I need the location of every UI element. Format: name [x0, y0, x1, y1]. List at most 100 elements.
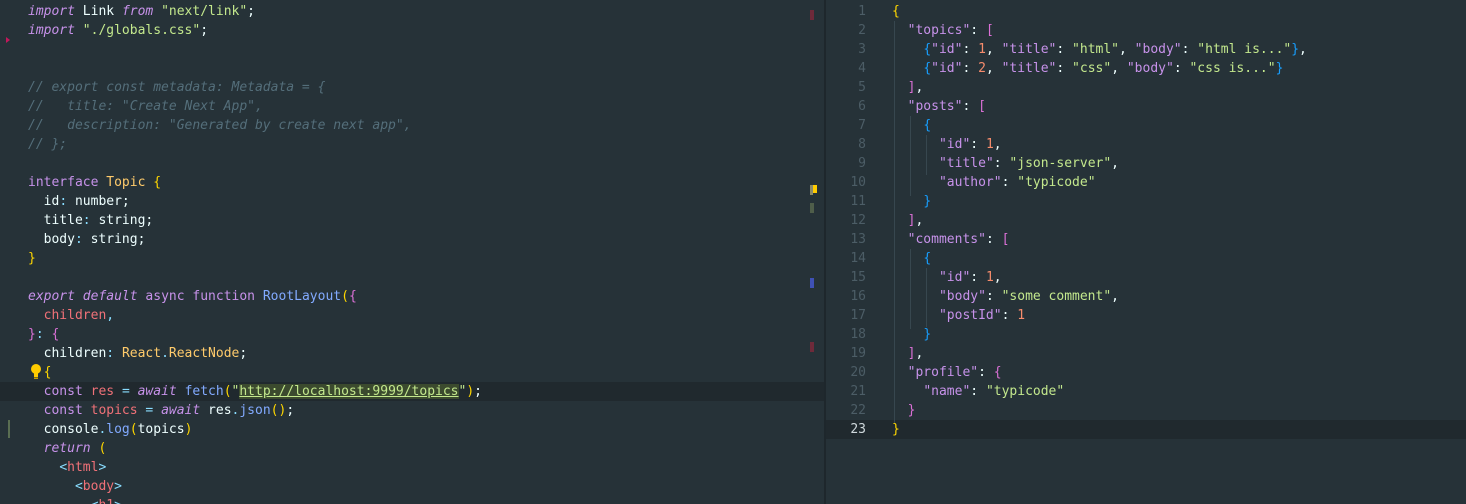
- lightbulb-icon[interactable]: [29, 363, 43, 379]
- code-text[interactable]: import "./globals.css";: [28, 21, 208, 40]
- left-code-line[interactable]: // title: "Create Next App",: [0, 97, 824, 116]
- right-code-line[interactable]: 3 {"id": 1, "title": "html", "body": "ht…: [826, 40, 1466, 59]
- right-code-line[interactable]: 14 {: [826, 249, 1466, 268]
- code-text[interactable]: interface Topic {: [28, 173, 161, 192]
- right-code-line[interactable]: 10 "author": "typicode": [826, 173, 1466, 192]
- left-code-line[interactable]: console.log(topics): [0, 420, 824, 439]
- code-text[interactable]: const topics = await res.json();: [28, 401, 295, 420]
- code-text[interactable]: }: [892, 401, 916, 420]
- right-code-line[interactable]: 8 "id": 1,: [826, 135, 1466, 154]
- code-text[interactable]: {: [892, 249, 931, 268]
- right-code-line[interactable]: 21 "name": "typicode": [826, 382, 1466, 401]
- right-code-line[interactable]: 12 ],: [826, 211, 1466, 230]
- code-text[interactable]: "posts": [: [892, 97, 986, 116]
- code-text[interactable]: <html>: [28, 458, 106, 477]
- left-scrollbar[interactable]: [808, 0, 822, 504]
- left-code-line[interactable]: [0, 40, 824, 59]
- code-text[interactable]: }: [892, 325, 931, 344]
- code-text[interactable]: "topics": [: [892, 21, 994, 40]
- code-text[interactable]: {"id": 1, "title": "html", "body": "html…: [892, 40, 1307, 59]
- code-text[interactable]: // export const metadata: Metadata = {: [28, 78, 325, 97]
- code-text[interactable]: "name": "typicode": [892, 382, 1064, 401]
- code-text[interactable]: // description: "Generated by create nex…: [28, 116, 412, 135]
- left-code-line[interactable]: [0, 268, 824, 287]
- code-text[interactable]: }: [28, 249, 36, 268]
- code-text[interactable]: <h1>: [28, 496, 122, 504]
- right-code-line[interactable]: 13 "comments": [: [826, 230, 1466, 249]
- right-code-line[interactable]: 7 {: [826, 116, 1466, 135]
- code-text[interactable]: "comments": [: [892, 230, 1010, 249]
- code-text[interactable]: ],: [892, 78, 924, 97]
- left-code-line[interactable]: title: string;: [0, 211, 824, 230]
- left-code-line[interactable]: import "./globals.css";: [0, 21, 824, 40]
- right-code-line[interactable]: 22 }: [826, 401, 1466, 420]
- right-editor-pane[interactable]: 1{2 "topics": [3 {"id": 1, "title": "htm…: [826, 0, 1466, 504]
- code-token: "html is...": [1197, 42, 1292, 57]
- code-text[interactable]: export default async function RootLayout…: [28, 287, 357, 306]
- left-code-line[interactable]: <h1>: [0, 496, 824, 504]
- code-text[interactable]: {"id": 2, "title": "css", "body": "css i…: [892, 59, 1283, 78]
- code-text[interactable]: }: [892, 192, 931, 211]
- right-code-line[interactable]: 6 "posts": [: [826, 97, 1466, 116]
- left-code-line[interactable]: [0, 154, 824, 173]
- code-text[interactable]: title: string;: [28, 211, 154, 230]
- right-code-line[interactable]: 5 ],: [826, 78, 1466, 97]
- right-code-line[interactable]: 18 }: [826, 325, 1466, 344]
- left-code-line[interactable]: }: {: [0, 325, 824, 344]
- code-text[interactable]: const res = await fetch("http://localhos…: [28, 382, 482, 401]
- left-code-line[interactable]: children: React.ReactNode;: [0, 344, 824, 363]
- left-code-line[interactable]: {: [0, 363, 824, 382]
- code-text[interactable]: "postId": 1: [892, 306, 1025, 325]
- code-text[interactable]: }: {: [28, 325, 59, 344]
- code-text[interactable]: {: [892, 116, 931, 135]
- left-editor-pane[interactable]: import Link from "next/link"; import "./g…: [0, 0, 824, 504]
- right-code-line[interactable]: 9 "title": "json-server",: [826, 154, 1466, 173]
- code-text[interactable]: console.log(topics): [28, 420, 193, 439]
- code-text[interactable]: import Link from "next/link";: [28, 2, 255, 21]
- right-code-line[interactable]: 1{: [826, 2, 1466, 21]
- code-text[interactable]: ],: [892, 211, 924, 230]
- code-text[interactable]: // title: "Create Next App",: [28, 97, 263, 116]
- right-code-line[interactable]: 11 }: [826, 192, 1466, 211]
- code-token: 1: [985, 270, 994, 285]
- left-code-line[interactable]: import Link from "next/link";: [0, 2, 824, 21]
- left-code-line[interactable]: // };: [0, 135, 824, 154]
- left-code-line[interactable]: children,: [0, 306, 824, 325]
- left-code-line[interactable]: // export const metadata: Metadata = {: [0, 78, 824, 97]
- code-text[interactable]: "id": 1,: [892, 268, 1002, 287]
- left-code-line[interactable]: // description: "Generated by create nex…: [0, 116, 824, 135]
- code-text[interactable]: {: [892, 2, 900, 21]
- right-code-line[interactable]: 20 "profile": {: [826, 363, 1466, 382]
- code-text[interactable]: children,: [28, 306, 114, 325]
- code-text[interactable]: "id": 1,: [892, 135, 1002, 154]
- line-number: 6: [858, 99, 866, 114]
- code-text[interactable]: ],: [892, 344, 924, 363]
- right-code-line[interactable]: 16 "body": "some comment",: [826, 287, 1466, 306]
- left-code-line[interactable]: [0, 59, 824, 78]
- right-code-line[interactable]: 19 ],: [826, 344, 1466, 363]
- code-text[interactable]: id: number;: [28, 192, 130, 211]
- left-code-line[interactable]: const res = await fetch("http://localhos…: [0, 382, 824, 401]
- left-code-line[interactable]: <html>: [0, 458, 824, 477]
- right-code-line[interactable]: 23}: [826, 420, 1466, 439]
- left-code-line[interactable]: }: [0, 249, 824, 268]
- right-code-line[interactable]: 17 "postId": 1: [826, 306, 1466, 325]
- right-code-line[interactable]: 15 "id": 1,: [826, 268, 1466, 287]
- right-code-line[interactable]: 2 "topics": [: [826, 21, 1466, 40]
- left-code-line[interactable]: return (: [0, 439, 824, 458]
- left-code-line[interactable]: body: string;: [0, 230, 824, 249]
- code-text[interactable]: "profile": {: [892, 363, 1002, 382]
- code-text[interactable]: "author": "typicode": [892, 173, 1096, 192]
- left-code-line[interactable]: <body>: [0, 477, 824, 496]
- code-text[interactable]: body: string;: [28, 230, 146, 249]
- left-code-line[interactable]: const topics = await res.json();: [0, 401, 824, 420]
- code-text[interactable]: <body>: [28, 477, 122, 496]
- right-code-line[interactable]: 4 {"id": 2, "title": "css", "body": "css…: [826, 59, 1466, 78]
- code-text[interactable]: return (: [28, 439, 107, 458]
- code-text[interactable]: // };: [28, 135, 67, 154]
- left-code-line[interactable]: export default async function RootLayout…: [0, 287, 824, 306]
- code-text[interactable]: children: React.ReactNode;: [28, 344, 248, 363]
- left-code-line[interactable]: id: number;: [0, 192, 824, 211]
- left-code-line[interactable]: interface Topic {: [0, 173, 824, 192]
